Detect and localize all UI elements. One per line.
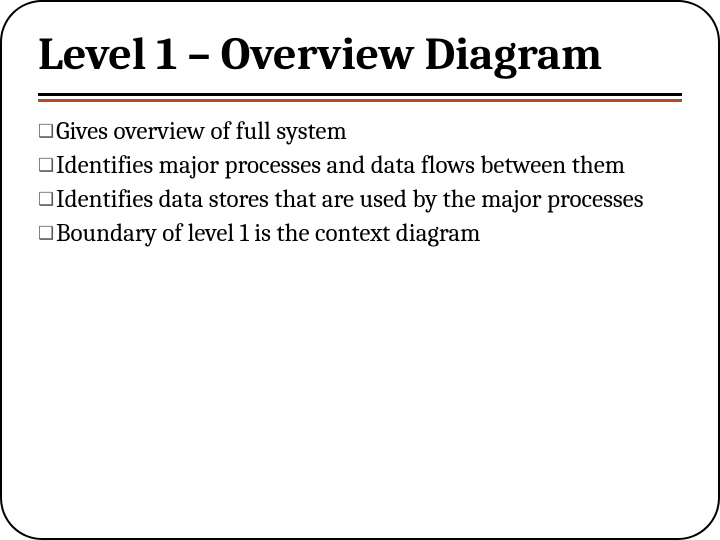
rule-black: [38, 93, 682, 96]
square-bullet-icon: ❑: [38, 184, 56, 216]
title-underline: [38, 93, 682, 102]
list-item-text: Gives overview of full system: [56, 116, 682, 148]
slide-title: Level 1 – Overview Diagram: [38, 30, 682, 87]
rule-accent: [38, 99, 682, 102]
square-bullet-icon: ❑: [38, 116, 56, 148]
list-item-text: Boundary of level 1 is the context diagr…: [56, 218, 682, 250]
list-item: ❑ Identifies major processes and data fl…: [38, 150, 682, 182]
slide-frame: Level 1 – Overview Diagram ❑ Gives overv…: [0, 0, 720, 540]
list-item: ❑ Gives overview of full system: [38, 116, 682, 148]
list-item-text: Identifies major processes and data flow…: [56, 150, 682, 182]
list-item-text: Identifies data stores that are used by …: [56, 184, 682, 216]
square-bullet-icon: ❑: [38, 150, 56, 182]
slide-body: ❑ Gives overview of full system ❑ Identi…: [38, 116, 682, 250]
list-item: ❑ Identifies data stores that are used b…: [38, 184, 682, 216]
list-item: ❑ Boundary of level 1 is the context dia…: [38, 218, 682, 250]
square-bullet-icon: ❑: [38, 218, 56, 250]
